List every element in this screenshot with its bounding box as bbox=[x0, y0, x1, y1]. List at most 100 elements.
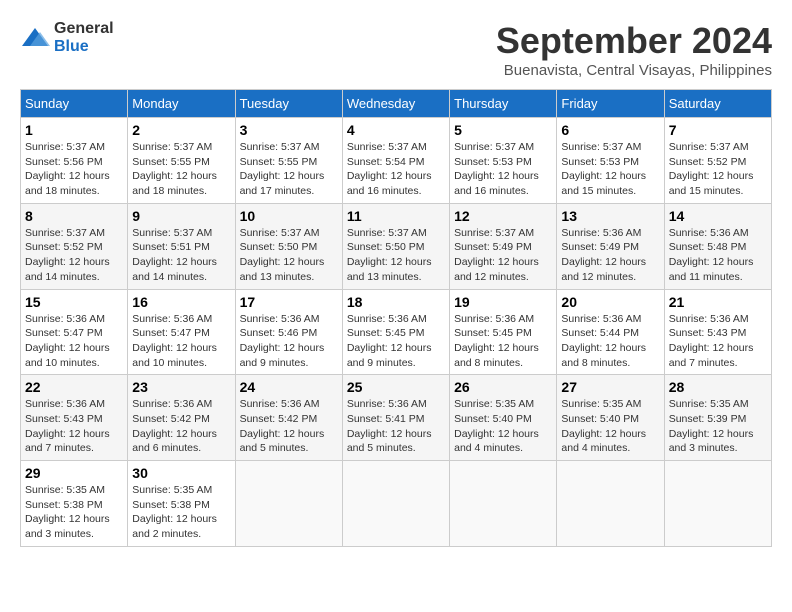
day-number: 18 bbox=[347, 294, 445, 310]
day-detail: Sunrise: 5:37 AMSunset: 5:56 PMDaylight:… bbox=[25, 140, 123, 199]
day-detail: Sunrise: 5:35 AMSunset: 5:38 PMDaylight:… bbox=[25, 483, 123, 542]
calendar-cell: 26Sunrise: 5:35 AMSunset: 5:40 PMDayligh… bbox=[450, 375, 557, 461]
calendar-cell: 25Sunrise: 5:36 AMSunset: 5:41 PMDayligh… bbox=[342, 375, 449, 461]
calendar-cell: 10 Sunrise: 5:37 AMSunset: 5:50 PMDayligh… bbox=[235, 203, 342, 289]
calendar-cell: 29 Sunrise: 5:35 AMSunset: 5:38 PMDayligh… bbox=[21, 461, 128, 547]
day-number: 1 bbox=[25, 122, 123, 138]
calendar-cell: 9 Sunrise: 5:37 AMSunset: 5:51 PMDaylight… bbox=[128, 203, 235, 289]
col-header-tuesday: Tuesday bbox=[235, 90, 342, 118]
day-detail: Sunrise: 5:36 AMSunset: 5:46 PMDaylight:… bbox=[240, 312, 338, 371]
calendar-cell: 14Sunrise: 5:36 AMSunset: 5:48 PMDayligh… bbox=[664, 203, 771, 289]
day-number: 11 bbox=[347, 208, 445, 224]
day-detail: Sunrise: 5:36 AMSunset: 5:45 PMDaylight:… bbox=[454, 312, 552, 371]
logo-icon bbox=[20, 26, 50, 50]
day-number: 29 bbox=[25, 465, 123, 481]
day-detail: Sunrise: 5:35 AMSunset: 5:40 PMDaylight:… bbox=[561, 397, 659, 456]
day-detail: Sunrise: 5:35 AMSunset: 5:38 PMDaylight:… bbox=[132, 483, 230, 542]
calendar-cell: 20 Sunrise: 5:36 AMSunset: 5:44 PMDayligh… bbox=[557, 289, 664, 375]
day-detail: Sunrise: 5:37 AMSunset: 5:50 PMDaylight:… bbox=[240, 226, 338, 285]
day-detail: Sunrise: 5:37 AMSunset: 5:49 PMDaylight:… bbox=[454, 226, 552, 285]
calendar-cell: 3 Sunrise: 5:37 AMSunset: 5:55 PMDaylight… bbox=[235, 118, 342, 204]
day-number: 27 bbox=[561, 379, 659, 395]
col-header-monday: Monday bbox=[128, 90, 235, 118]
day-number: 17 bbox=[240, 294, 338, 310]
col-header-sunday: Sunday bbox=[21, 90, 128, 118]
day-number: 12 bbox=[454, 208, 552, 224]
calendar-header-row: SundayMondayTuesdayWednesdayThursdayFrid… bbox=[21, 90, 772, 118]
calendar-cell: 6Sunrise: 5:37 AMSunset: 5:53 PMDaylight… bbox=[557, 118, 664, 204]
day-number: 22 bbox=[25, 379, 123, 395]
calendar-cell: 27 Sunrise: 5:35 AMSunset: 5:40 PMDayligh… bbox=[557, 375, 664, 461]
col-header-friday: Friday bbox=[557, 90, 664, 118]
calendar-cell: 28 Sunrise: 5:35 AMSunset: 5:39 PMDayligh… bbox=[664, 375, 771, 461]
calendar-cell: 23Sunrise: 5:36 AMSunset: 5:42 PMDayligh… bbox=[128, 375, 235, 461]
week-row-5: 29 Sunrise: 5:35 AMSunset: 5:38 PMDayligh… bbox=[21, 461, 772, 547]
calendar-cell: 17 Sunrise: 5:36 AMSunset: 5:46 PMDayligh… bbox=[235, 289, 342, 375]
calendar-cell: 5 Sunrise: 5:37 AMSunset: 5:53 PMDaylight… bbox=[450, 118, 557, 204]
day-detail: Sunrise: 5:36 AMSunset: 5:47 PMDaylight:… bbox=[25, 312, 123, 371]
day-detail: Sunrise: 5:37 AMSunset: 5:53 PMDaylight:… bbox=[454, 140, 552, 199]
day-number: 7 bbox=[669, 122, 767, 138]
col-header-wednesday: Wednesday bbox=[342, 90, 449, 118]
day-detail: Sunrise: 5:37 AMSunset: 5:52 PMDaylight:… bbox=[669, 140, 767, 199]
calendar-cell: 13Sunrise: 5:36 AMSunset: 5:49 PMDayligh… bbox=[557, 203, 664, 289]
day-number: 21 bbox=[669, 294, 767, 310]
calendar-cell: 11 Sunrise: 5:37 AMSunset: 5:50 PMDayligh… bbox=[342, 203, 449, 289]
day-number: 23 bbox=[132, 379, 230, 395]
title-area: September 2024 Buenavista, Central Visay… bbox=[496, 20, 772, 79]
calendar-cell: 30 Sunrise: 5:35 AMSunset: 5:38 PMDayligh… bbox=[128, 461, 235, 547]
day-detail: Sunrise: 5:37 AMSunset: 5:55 PMDaylight:… bbox=[240, 140, 338, 199]
day-number: 16 bbox=[132, 294, 230, 310]
day-number: 9 bbox=[132, 208, 230, 224]
day-detail: Sunrise: 5:37 AMSunset: 5:51 PMDaylight:… bbox=[132, 226, 230, 285]
day-number: 5 bbox=[454, 122, 552, 138]
col-header-thursday: Thursday bbox=[450, 90, 557, 118]
day-number: 10 bbox=[240, 208, 338, 224]
day-number: 24 bbox=[240, 379, 338, 395]
calendar-cell: 18 Sunrise: 5:36 AMSunset: 5:45 PMDayligh… bbox=[342, 289, 449, 375]
calendar-cell bbox=[664, 461, 771, 547]
day-number: 8 bbox=[25, 208, 123, 224]
calendar-cell: 19 Sunrise: 5:36 AMSunset: 5:45 PMDayligh… bbox=[450, 289, 557, 375]
day-detail: Sunrise: 5:36 AMSunset: 5:47 PMDaylight:… bbox=[132, 312, 230, 371]
calendar-cell: 21 Sunrise: 5:36 AMSunset: 5:43 PMDayligh… bbox=[664, 289, 771, 375]
col-header-saturday: Saturday bbox=[664, 90, 771, 118]
day-detail: Sunrise: 5:36 AMSunset: 5:44 PMDaylight:… bbox=[561, 312, 659, 371]
calendar-cell bbox=[235, 461, 342, 547]
calendar-cell: 2Sunrise: 5:37 AMSunset: 5:55 PMDaylight… bbox=[128, 118, 235, 204]
day-detail: Sunrise: 5:36 AMSunset: 5:48 PMDaylight:… bbox=[669, 226, 767, 285]
location-subtitle: Buenavista, Central Visayas, Philippines bbox=[496, 62, 772, 79]
day-number: 28 bbox=[669, 379, 767, 395]
calendar-cell: 24 Sunrise: 5:36 AMSunset: 5:42 PMDayligh… bbox=[235, 375, 342, 461]
calendar-cell bbox=[342, 461, 449, 547]
day-number: 15 bbox=[25, 294, 123, 310]
month-year-title: September 2024 bbox=[496, 20, 772, 62]
calendar-cell: 8 Sunrise: 5:37 AMSunset: 5:52 PMDaylight… bbox=[21, 203, 128, 289]
calendar-cell: 16 Sunrise: 5:36 AMSunset: 5:47 PMDayligh… bbox=[128, 289, 235, 375]
day-detail: Sunrise: 5:35 AMSunset: 5:39 PMDaylight:… bbox=[669, 397, 767, 456]
day-detail: Sunrise: 5:35 AMSunset: 5:40 PMDaylight:… bbox=[454, 397, 552, 456]
week-row-3: 15 Sunrise: 5:36 AMSunset: 5:47 PMDayligh… bbox=[21, 289, 772, 375]
day-detail: Sunrise: 5:36 AMSunset: 5:42 PMDaylight:… bbox=[240, 397, 338, 456]
day-number: 3 bbox=[240, 122, 338, 138]
day-detail: Sunrise: 5:37 AMSunset: 5:52 PMDaylight:… bbox=[25, 226, 123, 285]
calendar-cell: 7 Sunrise: 5:37 AMSunset: 5:52 PMDaylight… bbox=[664, 118, 771, 204]
calendar-cell bbox=[450, 461, 557, 547]
day-number: 20 bbox=[561, 294, 659, 310]
day-detail: Sunrise: 5:37 AMSunset: 5:55 PMDaylight:… bbox=[132, 140, 230, 199]
calendar-cell: 12 Sunrise: 5:37 AMSunset: 5:49 PMDayligh… bbox=[450, 203, 557, 289]
day-number: 19 bbox=[454, 294, 552, 310]
calendar-table: SundayMondayTuesdayWednesdayThursdayFrid… bbox=[20, 89, 772, 547]
day-number: 30 bbox=[132, 465, 230, 481]
day-detail: Sunrise: 5:36 AMSunset: 5:43 PMDaylight:… bbox=[25, 397, 123, 456]
logo-general: General bbox=[54, 20, 114, 37]
day-detail: Sunrise: 5:37 AMSunset: 5:54 PMDaylight:… bbox=[347, 140, 445, 199]
day-detail: Sunrise: 5:36 AMSunset: 5:43 PMDaylight:… bbox=[669, 312, 767, 371]
day-number: 6 bbox=[561, 122, 659, 138]
day-detail: Sunrise: 5:37 AMSunset: 5:50 PMDaylight:… bbox=[347, 226, 445, 285]
day-detail: Sunrise: 5:36 AMSunset: 5:45 PMDaylight:… bbox=[347, 312, 445, 371]
calendar-cell: 1 Sunrise: 5:37 AMSunset: 5:56 PMDaylight… bbox=[21, 118, 128, 204]
day-number: 13 bbox=[561, 208, 659, 224]
calendar-cell: 4Sunrise: 5:37 AMSunset: 5:54 PMDaylight… bbox=[342, 118, 449, 204]
day-number: 25 bbox=[347, 379, 445, 395]
